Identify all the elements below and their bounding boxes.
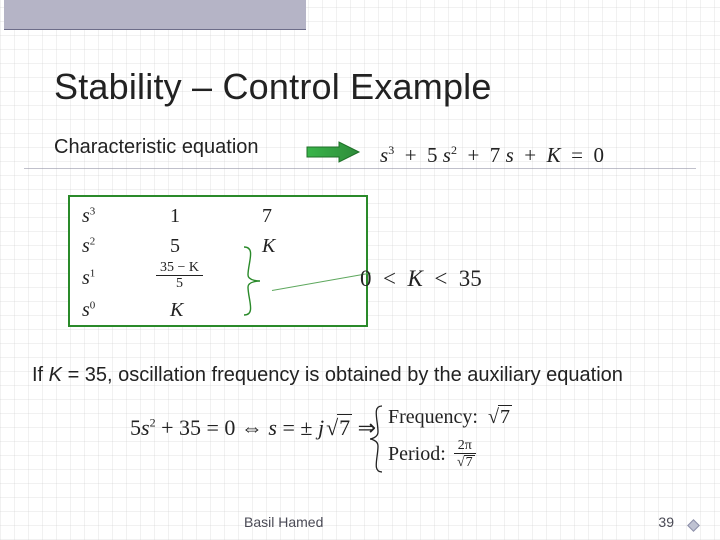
routh-array-box: s3 1 7 s2 5 K s1 35 − K 5 s0 K (68, 195, 368, 327)
routh-row-label: s2 (82, 235, 95, 258)
slide-header-bar (4, 0, 306, 30)
slide-subtitle: Characteristic equation (54, 136, 259, 159)
frequency-period-results: Frequency: 7 Period: 2π 7 (388, 405, 512, 470)
characteristic-equation: s3 + 5 s2 + 7 s + K = 0 (380, 143, 604, 168)
routh-cell: 5 (170, 235, 180, 258)
period-label: Period: (388, 443, 446, 466)
frac-den: 5 (156, 276, 203, 291)
result-brace-icon (370, 404, 384, 474)
period-value: 2π 7 (454, 439, 476, 470)
routh-cell-fraction: 35 − K 5 (156, 261, 203, 291)
routh-cell: 7 (262, 205, 272, 228)
footer-page-number: 39 (658, 514, 674, 530)
auxiliary-condition-text: If K = 35, oscillation frequency is obta… (32, 364, 623, 387)
routh-cell: 1 (170, 205, 180, 228)
routh-row-label: s1 (82, 267, 95, 290)
routh-cell: K (262, 235, 275, 258)
k-range-expression: 0 < K < 35 (360, 266, 482, 292)
arrow-right-icon (305, 140, 361, 164)
routh-row-label: s0 (82, 299, 95, 322)
title-underline (24, 168, 696, 169)
frequency-value: 7 (486, 405, 512, 429)
routh-row-label: s3 (82, 205, 95, 228)
slide-title: Stability – Control Example (54, 66, 492, 108)
footer-author: Basil Hamed (244, 514, 323, 530)
frac-num: 35 − K (156, 261, 203, 276)
curly-brace-icon (240, 245, 262, 317)
auxiliary-equation: 5s2 + 35 = 0 ⇔ s = ± j7 ⇒ (130, 414, 376, 441)
routh-cell: K (170, 299, 183, 322)
frequency-label: Frequency: (388, 406, 478, 429)
footer-decor-icon (687, 519, 700, 532)
